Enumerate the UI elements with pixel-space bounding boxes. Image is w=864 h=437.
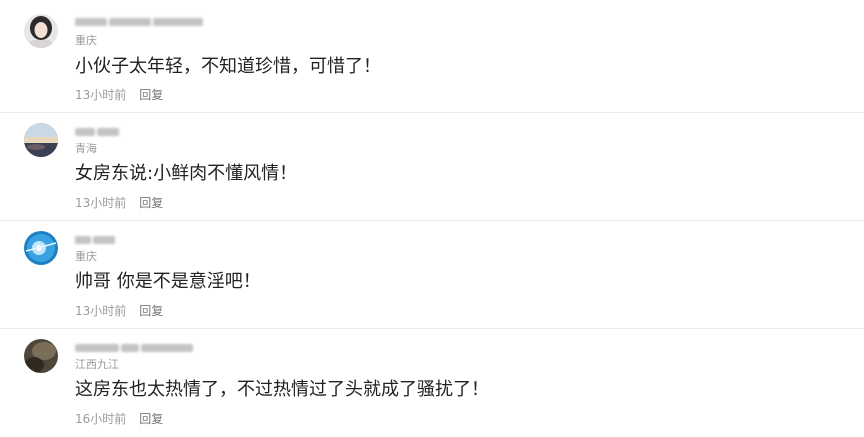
comment-meta: 13小时前 回复 [75, 88, 163, 102]
avatar[interactable] [24, 339, 58, 373]
comment-time: 13小时前 [75, 88, 127, 102]
avatar-blue-light-photo-icon [24, 231, 58, 265]
comment-meta: 13小时前 回复 [75, 304, 163, 318]
username-blurred[interactable] [75, 126, 119, 138]
comment-item: 江西九江 这房东也太热情了，不过热情过了头就成了骚扰了！ 16小时前 回复 [0, 329, 864, 437]
comment-text: 帅哥 你是不是意淫吧！ [75, 271, 261, 292]
comment-text: 小伙子太年轻，不知道珍惜，可惜了！ [75, 56, 381, 77]
user-location: 重庆 [75, 250, 97, 263]
username-blurred[interactable] [75, 234, 115, 246]
comment-time: 13小时前 [75, 304, 127, 318]
comment-list: 重庆 小伙子太年轻，不知道珍惜，可惜了！ 13小时前 回复 青海 女房东说:小鲜… [0, 0, 864, 434]
comment-item: 重庆 帅哥 你是不是意淫吧！ 13小时前 回复 [0, 221, 864, 329]
comment-meta: 13小时前 回复 [75, 196, 163, 210]
avatar-woman-photo-icon [24, 14, 58, 48]
comment-text: 女房东说:小鲜肉不懂风情！ [75, 163, 298, 184]
reply-button[interactable]: 回复 [139, 196, 163, 210]
avatar[interactable] [24, 231, 58, 265]
comment-time: 16小时前 [75, 412, 127, 426]
reply-button[interactable]: 回复 [139, 88, 163, 102]
username-blurred[interactable] [75, 342, 193, 354]
comment-text: 这房东也太热情了，不过热情过了头就成了骚扰了！ [75, 379, 489, 400]
comment-meta: 16小时前 回复 [75, 412, 163, 426]
comment-time: 13小时前 [75, 196, 127, 210]
reply-button[interactable]: 回复 [139, 304, 163, 318]
comment-item: 重庆 小伙子太年轻，不知道珍惜，可惜了！ 13小时前 回复 [0, 0, 864, 113]
avatar[interactable] [24, 14, 58, 48]
username-blurred[interactable] [75, 16, 203, 28]
reply-button[interactable]: 回复 [139, 412, 163, 426]
user-location: 重庆 [75, 34, 97, 47]
avatar-landscape-photo-icon [24, 123, 58, 157]
avatar[interactable] [24, 123, 58, 157]
user-location: 江西九江 [75, 358, 119, 371]
avatar-dark-photo-icon [24, 339, 58, 373]
user-location: 青海 [75, 142, 97, 155]
comment-item: 青海 女房东说:小鲜肉不懂风情！ 13小时前 回复 [0, 113, 864, 221]
